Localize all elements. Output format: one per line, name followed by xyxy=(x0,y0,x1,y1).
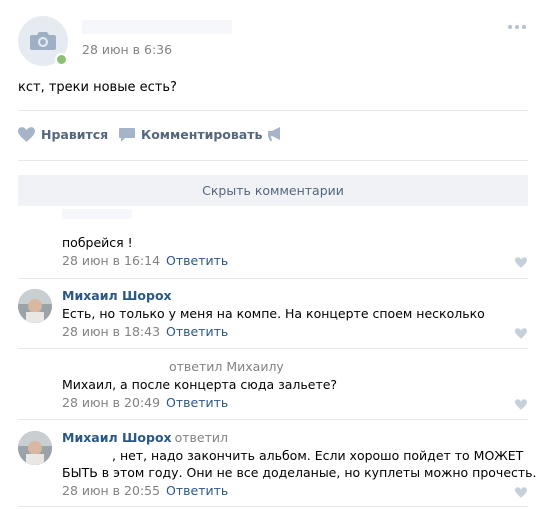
comment-button[interactable]: Комментировать xyxy=(119,127,262,142)
online-indicator xyxy=(55,53,68,66)
comment-label: Комментировать xyxy=(141,127,263,142)
post-text: кст, треки новые есть? xyxy=(18,80,177,95)
heart-icon[interactable] xyxy=(515,328,527,339)
like-button[interactable]: Нравится xyxy=(18,127,108,142)
comment-time[interactable]: 28 июн в 18:43 xyxy=(62,324,160,339)
comment-meta: 28 июн в 16:14 Ответить xyxy=(62,253,228,268)
replied-to[interactable]: ответил Михаилу xyxy=(169,359,284,374)
comment-author[interactable]: Михаил Шорох xyxy=(62,430,172,445)
comment-meta: 28 июн в 20:55 Ответить xyxy=(62,483,228,498)
comment-author[interactable]: Михаил Шорох xyxy=(62,288,172,303)
more-icon[interactable] xyxy=(508,25,530,31)
comment-icon xyxy=(119,127,135,142)
post-author-name-redacted xyxy=(82,20,232,34)
reply-button[interactable]: Ответить xyxy=(166,395,228,410)
avatar[interactable] xyxy=(18,431,52,465)
comment-text: побрейся ! xyxy=(62,235,133,250)
comment-meta: 28 июн в 20:49 Ответить xyxy=(62,395,228,410)
camera-icon xyxy=(30,32,56,50)
comment-time[interactable]: 28 июн в 20:49 xyxy=(62,395,160,410)
divider xyxy=(18,278,528,279)
avatar-photo xyxy=(18,431,52,465)
avatar[interactable] xyxy=(18,289,52,323)
divider xyxy=(18,419,528,420)
like-label: Нравится xyxy=(41,127,109,142)
heart-icon xyxy=(18,127,35,142)
divider xyxy=(18,110,528,111)
heart-icon[interactable] xyxy=(515,487,527,498)
avatar-photo xyxy=(18,289,52,323)
post-time[interactable]: 28 июн в 6:36 xyxy=(82,42,172,57)
comment-meta: 28 июн в 18:43 Ответить xyxy=(62,324,228,339)
heart-icon[interactable] xyxy=(515,257,527,268)
comment-time[interactable]: 28 июн в 20:55 xyxy=(62,483,160,498)
replied-to[interactable]: ответил xyxy=(175,430,228,445)
comment-text: Михаил, а после концерта сюда зальете? xyxy=(62,377,338,392)
divider xyxy=(18,348,528,349)
comment-author-line: Михаил Шорох ответил xyxy=(62,430,228,445)
comment-text: Есть, но только у меня на компе. На конц… xyxy=(62,306,485,321)
heart-icon[interactable] xyxy=(515,399,527,410)
reply-button[interactable]: Ответить xyxy=(166,253,228,268)
divider xyxy=(18,506,528,507)
share-button[interactable] xyxy=(268,127,283,141)
divider xyxy=(18,160,528,161)
comment-author-redacted xyxy=(62,209,132,219)
reply-button[interactable]: Ответить xyxy=(166,483,228,498)
reply-button[interactable]: Ответить xyxy=(166,324,228,339)
hide-comments-button[interactable]: Скрыть комментарии xyxy=(18,175,528,206)
megaphone-icon xyxy=(268,127,280,141)
comment-time[interactable]: 28 июн в 16:14 xyxy=(62,253,160,268)
comment-text-line1: , нет, надо закончить альбом. Если хорош… xyxy=(112,448,524,463)
comment-text-line2: БЫТЬ в этом году. Они не все доделаные, … xyxy=(62,465,537,480)
